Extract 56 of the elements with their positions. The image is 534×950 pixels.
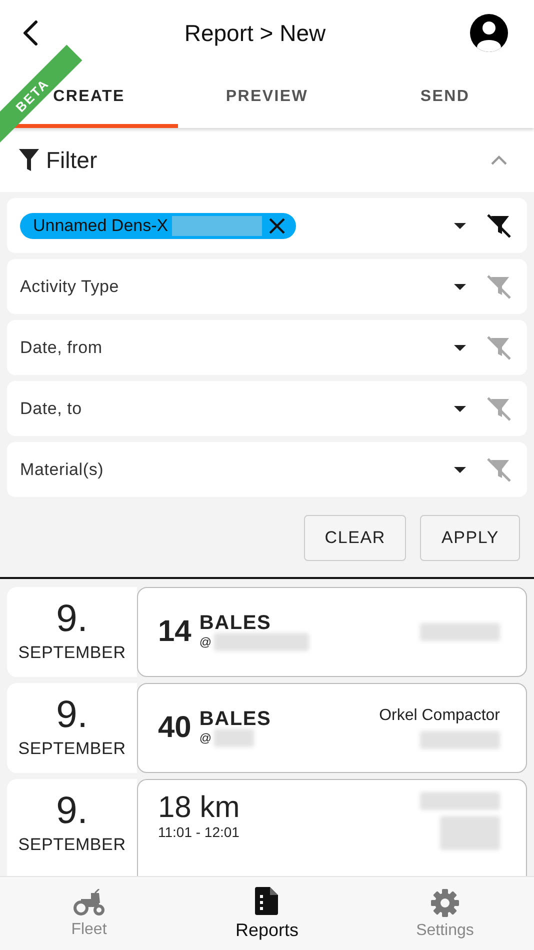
dropdown-caret-icon bbox=[453, 222, 467, 230]
filter-off-icon bbox=[485, 212, 513, 240]
report-card[interactable]: 18 km 11:01 - 12:01 bbox=[137, 779, 527, 876]
tractor-icon bbox=[73, 888, 105, 916]
filter-off-icon bbox=[485, 272, 513, 300]
dropdown-caret-icon bbox=[453, 466, 467, 474]
dropdown-field[interactable]: Date, from bbox=[7, 320, 527, 375]
clear-filter-button[interactable] bbox=[485, 212, 513, 240]
redacted-text bbox=[214, 729, 254, 747]
collapse-toggle[interactable] bbox=[490, 154, 508, 166]
dropdown-caret-icon bbox=[453, 282, 467, 290]
date-month: SEPTEMBER bbox=[18, 739, 126, 759]
remove-chip-button[interactable] bbox=[268, 216, 286, 234]
filter-off-icon bbox=[485, 394, 513, 422]
dropdown-field[interactable]: Date, to bbox=[7, 381, 527, 436]
bale-count: 40 bbox=[158, 711, 192, 745]
field-placeholder: Activity Type bbox=[20, 276, 120, 296]
machine-name: Orkel Compactor bbox=[379, 707, 500, 725]
clear-button[interactable]: CLEAR bbox=[304, 515, 406, 561]
date-month: SEPTEMBER bbox=[18, 835, 126, 855]
document-icon bbox=[254, 886, 280, 916]
apply-button[interactable]: APPLY bbox=[420, 515, 520, 561]
filter-chip[interactable]: Unnamed Dens-X bbox=[20, 212, 296, 238]
unit-label: BALES bbox=[199, 613, 272, 633]
distance-value: 18 km bbox=[158, 792, 241, 824]
redacted-text bbox=[440, 816, 500, 850]
account-button[interactable] bbox=[470, 14, 508, 52]
page-title: Report > New bbox=[184, 20, 326, 46]
time-range: 11:01 - 12:01 bbox=[158, 824, 240, 840]
filter-title: Filter bbox=[46, 146, 98, 174]
filter-icon bbox=[18, 148, 40, 172]
dropdown-field[interactable]: Unnamed Dens-X bbox=[7, 198, 527, 253]
date-day: 9. bbox=[56, 695, 88, 735]
filter-off-icon bbox=[485, 456, 513, 484]
tab[interactable]: SEND bbox=[418, 66, 472, 124]
field-placeholder: Date, from bbox=[20, 338, 104, 358]
filter-off-icon bbox=[485, 334, 513, 362]
date-day: 9. bbox=[56, 599, 88, 639]
remove-icon bbox=[268, 216, 286, 234]
date-month: SEPTEMBER bbox=[18, 643, 126, 663]
field-placeholder: Date, to bbox=[20, 398, 83, 418]
field-placeholder: Material(s) bbox=[20, 460, 105, 480]
dropdown-field[interactable]: Material(s) bbox=[7, 442, 527, 497]
settings-icon bbox=[430, 888, 460, 918]
at-sign: @ bbox=[199, 635, 212, 649]
at-sign: @ bbox=[199, 731, 212, 745]
bale-count: 14 bbox=[158, 615, 192, 649]
tab[interactable]: PREVIEW bbox=[224, 66, 310, 124]
date-day: 9. bbox=[56, 791, 88, 831]
dropdown-field[interactable]: Activity Type bbox=[7, 259, 527, 314]
chevron-up-icon bbox=[490, 154, 508, 166]
dropdown-caret-icon bbox=[453, 404, 467, 412]
dropdown-caret-icon bbox=[453, 344, 467, 352]
nav-item[interactable]: Reports bbox=[178, 877, 356, 950]
unit-label: BALES bbox=[199, 709, 272, 729]
avatar-icon bbox=[470, 14, 508, 52]
